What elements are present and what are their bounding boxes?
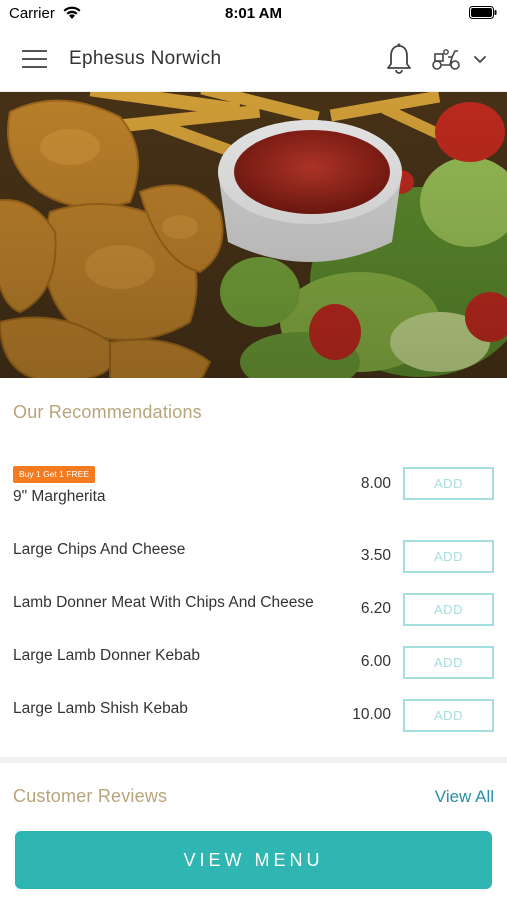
menu-item-price: 6.20 [360,600,391,617]
add-button[interactable]: ADD [403,467,494,500]
restaurant-title: Ephesus Norwich [69,48,222,69]
recommendations-title: Our Recommendations [13,402,202,422]
app-header: Ephesus Norwich [0,28,507,92]
hero-food-image [0,92,507,378]
view-menu-button[interactable]: VIEW MENU [15,831,492,889]
menu-item-name: Lamb Donner Meat With Chips And Cheese [13,594,314,611]
add-button[interactable]: ADD [403,646,494,679]
scooter-icon[interactable] [431,46,461,72]
add-button[interactable]: ADD [403,699,494,732]
menu-item-name: Large Lamb Shish Kebab [13,700,188,717]
menu-item-price: 3.50 [360,547,391,564]
chevron-down-icon[interactable] [472,52,488,66]
menu-item-name: 9" Margherita [13,488,106,505]
bell-icon[interactable] [385,42,413,76]
battery-icon [469,6,497,19]
section-divider [0,757,507,763]
menu-item-price: 6.00 [360,653,391,670]
menu-item-price: 10.00 [352,706,391,723]
view-all-reviews-link[interactable]: View All [435,787,494,807]
menu-item-name: Large Chips And Cheese [13,541,186,558]
reviews-title: Customer Reviews [13,786,168,806]
offer-badge: Buy 1 Get 1 FREE [13,466,95,483]
add-button[interactable]: ADD [403,593,494,626]
status-bar: Carrier 8:01 AM [0,0,507,28]
menu-item-name: Large Lamb Donner Kebab [13,647,200,664]
menu-icon[interactable] [22,48,48,70]
status-time: 8:01 AM [225,5,282,22]
menu-item-price: 8.00 [360,475,391,492]
add-button[interactable]: ADD [403,540,494,573]
